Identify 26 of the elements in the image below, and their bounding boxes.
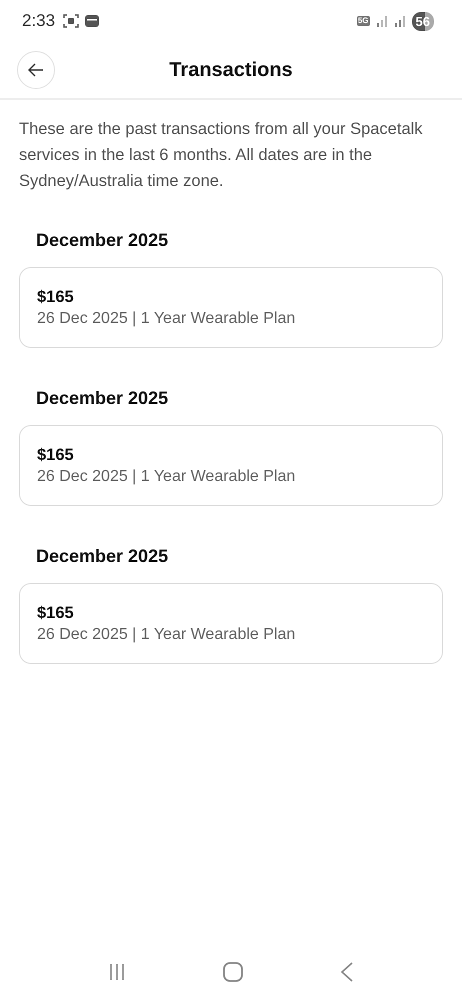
transaction-detail: 26 Dec 2025 | 1 Year Wearable Plan bbox=[37, 310, 296, 328]
transaction-card[interactable]: $165 26 Dec 2025 | 1 Year Wearable Plan bbox=[19, 583, 443, 664]
month-heading: December 2025 bbox=[36, 388, 170, 409]
back-button[interactable] bbox=[17, 51, 55, 89]
description-text: These are the past transactions from all your Spacetalk services in the last 6 months. All dates are in the Sydney/Australia time zone. bbox=[19, 119, 424, 192]
page-title: Transactions bbox=[168, 58, 294, 82]
month-heading: December 2025 bbox=[36, 546, 170, 567]
transaction-amount: $165 bbox=[37, 604, 75, 622]
arrow-left-icon bbox=[27, 61, 45, 79]
transaction-card[interactable]: $165 26 Dec 2025 | 1 Year Wearable Plan bbox=[19, 425, 443, 506]
transaction-card[interactable]: $165 26 Dec 2025 | 1 Year Wearable Plan bbox=[19, 267, 443, 348]
transaction-detail: 26 Dec 2025 | 1 Year Wearable Plan bbox=[37, 468, 296, 486]
battery-level: 56 bbox=[412, 12, 434, 30]
month-heading: December 2025 bbox=[36, 230, 170, 251]
transaction-amount: $165 bbox=[37, 288, 75, 306]
network-label: 5G bbox=[356, 16, 370, 26]
screenshot-icon bbox=[63, 13, 80, 29]
home-icon[interactable] bbox=[222, 962, 243, 982]
signal-icon bbox=[394, 15, 406, 27]
transaction-amount: $165 bbox=[37, 446, 75, 464]
signal-icon bbox=[376, 15, 388, 27]
back-icon[interactable] bbox=[340, 962, 354, 982]
transaction-detail: 26 Dec 2025 | 1 Year Wearable Plan bbox=[37, 626, 296, 644]
recent-apps-icon[interactable] bbox=[108, 963, 126, 981]
wallet-icon bbox=[85, 15, 100, 27]
status-time: 2:33 bbox=[22, 11, 56, 31]
